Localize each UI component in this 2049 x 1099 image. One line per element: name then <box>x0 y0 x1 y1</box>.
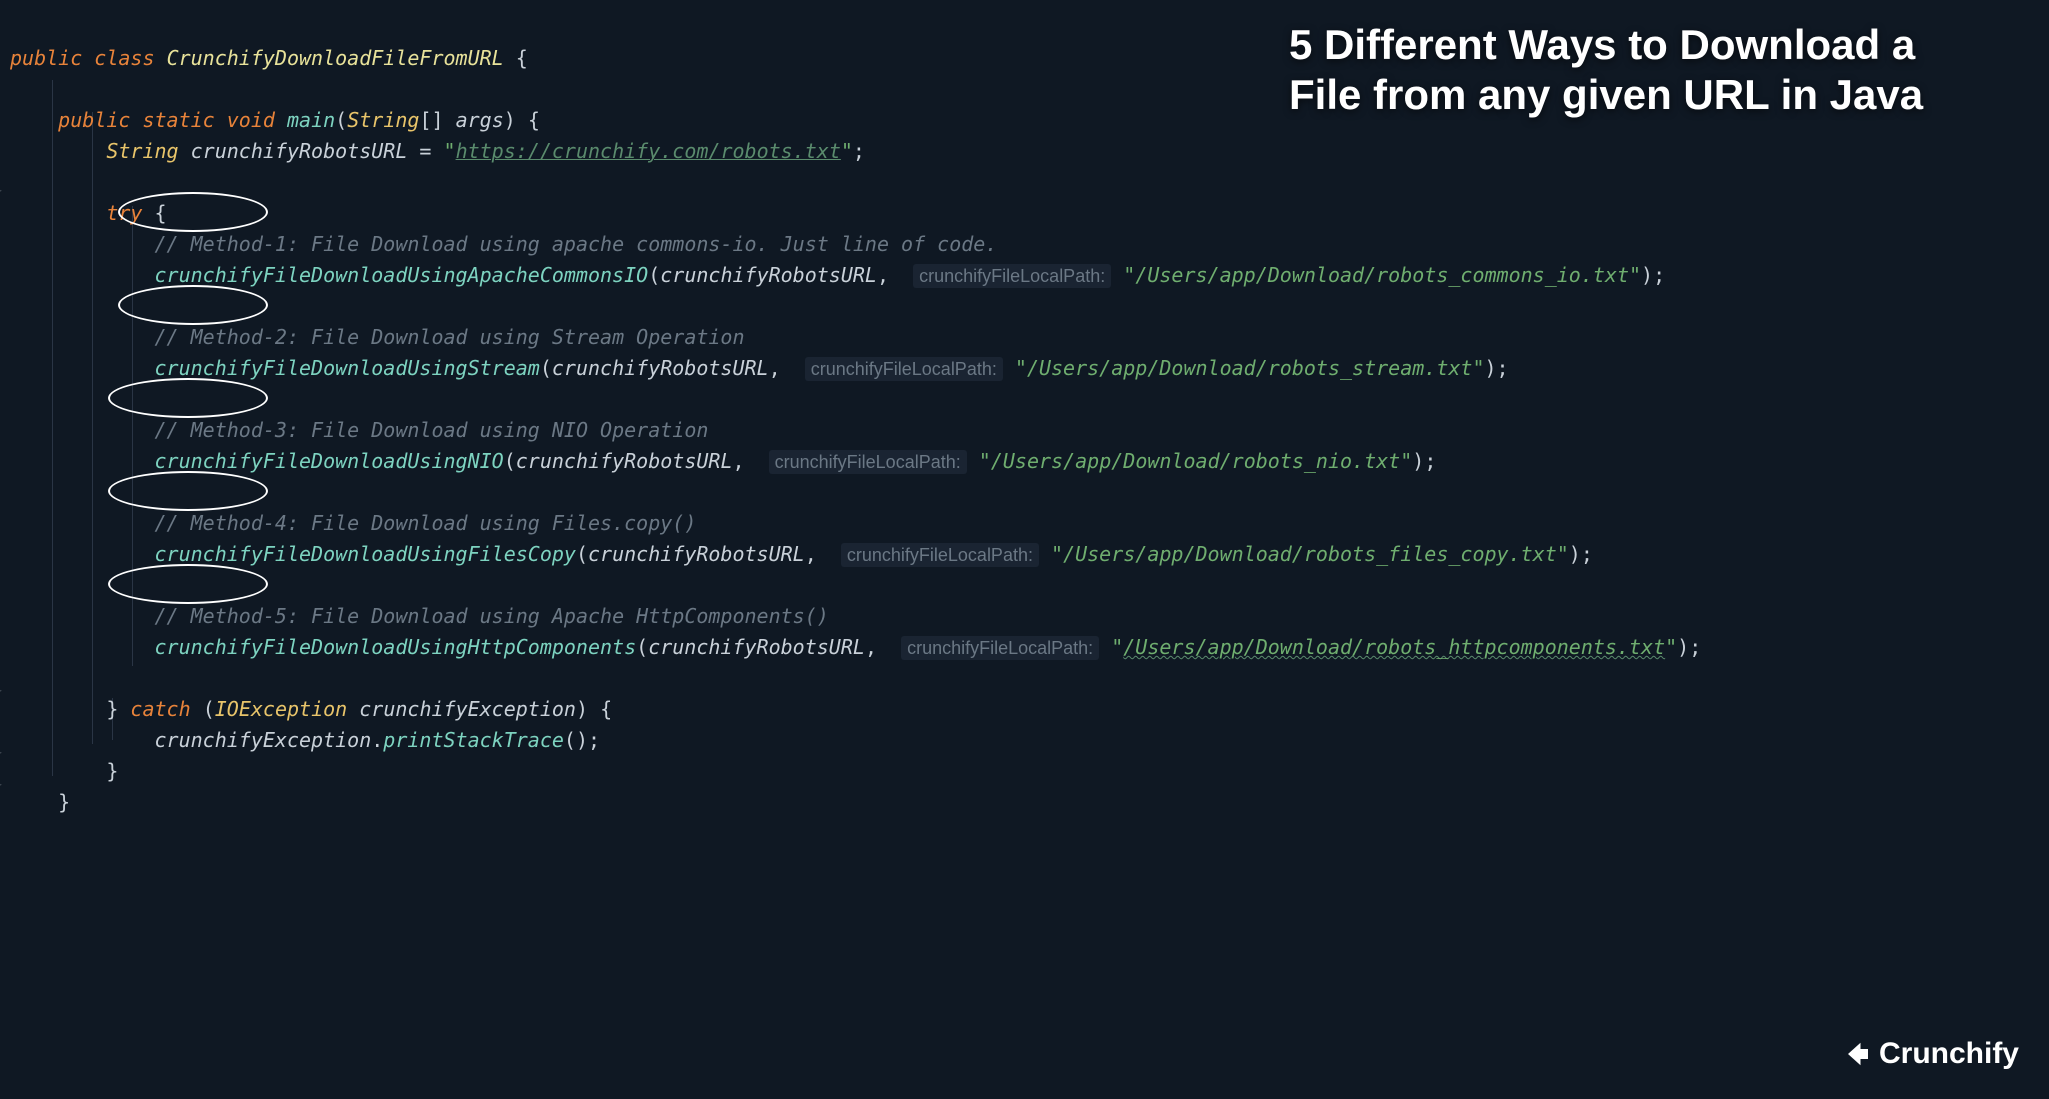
keyword: catch <box>130 697 190 721</box>
method-call: crunchifyFileDownloadUsingStream <box>155 356 540 380</box>
param-name: args <box>456 108 504 132</box>
brand-logo: Crunchify <box>1843 1031 2019 1078</box>
method-name: main <box>287 108 335 132</box>
code-block: public class CrunchifyDownloadFileFromUR… <box>10 12 1701 818</box>
gutter-fold-icon[interactable]: ▸ <box>0 174 6 188</box>
comment: // Method-4: <box>155 511 300 535</box>
inlay-hint: crunchifyFileLocalPath: <box>841 543 1039 567</box>
variable: crunchifyException <box>359 697 576 721</box>
logo-icon <box>1843 1039 1873 1069</box>
inlay-hint: crunchifyFileLocalPath: <box>805 357 1003 381</box>
variable: crunchifyRobotsURL <box>191 139 408 163</box>
type: String <box>347 108 419 132</box>
gutter-fold-icon[interactable]: ▸ <box>0 768 6 782</box>
keyword: void <box>227 108 275 132</box>
comment: // Method-2: <box>155 325 300 349</box>
url-literal: https://crunchify.com/robots.txt <box>456 139 841 163</box>
comment: File Download using NIO Operation <box>299 418 708 442</box>
type: IOException <box>215 697 347 721</box>
gutter-fold-icon[interactable]: ▸ <box>0 736 6 750</box>
brand-name: Crunchify <box>1879 1031 2019 1078</box>
class-name: CrunchifyDownloadFileFromURL <box>167 46 504 70</box>
method-call: printStackTrace <box>383 728 564 752</box>
comment: File Download using Apache HttpComponent… <box>299 604 829 628</box>
method-call: crunchifyFileDownloadUsingApacheCommonsI… <box>155 263 649 287</box>
comment: // Method-5: <box>155 604 300 628</box>
keyword: class <box>94 46 154 70</box>
type: String <box>106 139 178 163</box>
comment: // Method-3: <box>155 418 300 442</box>
page-title: 5 Different Ways to Download a File from… <box>1289 20 1969 121</box>
inlay-hint: crunchifyFileLocalPath: <box>769 450 967 474</box>
comment: File Download using apache commons-io. J… <box>299 232 997 256</box>
keyword: try <box>106 201 142 225</box>
method-call: crunchifyFileDownloadUsingHttpComponents <box>155 635 637 659</box>
keyword: public <box>58 108 130 132</box>
keyword: public <box>10 46 82 70</box>
comment: File Download using Stream Operation <box>299 325 745 349</box>
comment: // Method-1: <box>155 232 300 256</box>
method-call: crunchifyFileDownloadUsingFilesCopy <box>155 542 576 566</box>
keyword: static <box>142 108 214 132</box>
comment: File Download using Files.copy() <box>299 511 696 535</box>
method-call: crunchifyFileDownloadUsingNIO <box>155 449 504 473</box>
gutter-fold-icon[interactable]: ▸ <box>0 674 6 688</box>
inlay-hint: crunchifyFileLocalPath: <box>913 264 1111 288</box>
inlay-hint: crunchifyFileLocalPath: <box>901 636 1099 660</box>
